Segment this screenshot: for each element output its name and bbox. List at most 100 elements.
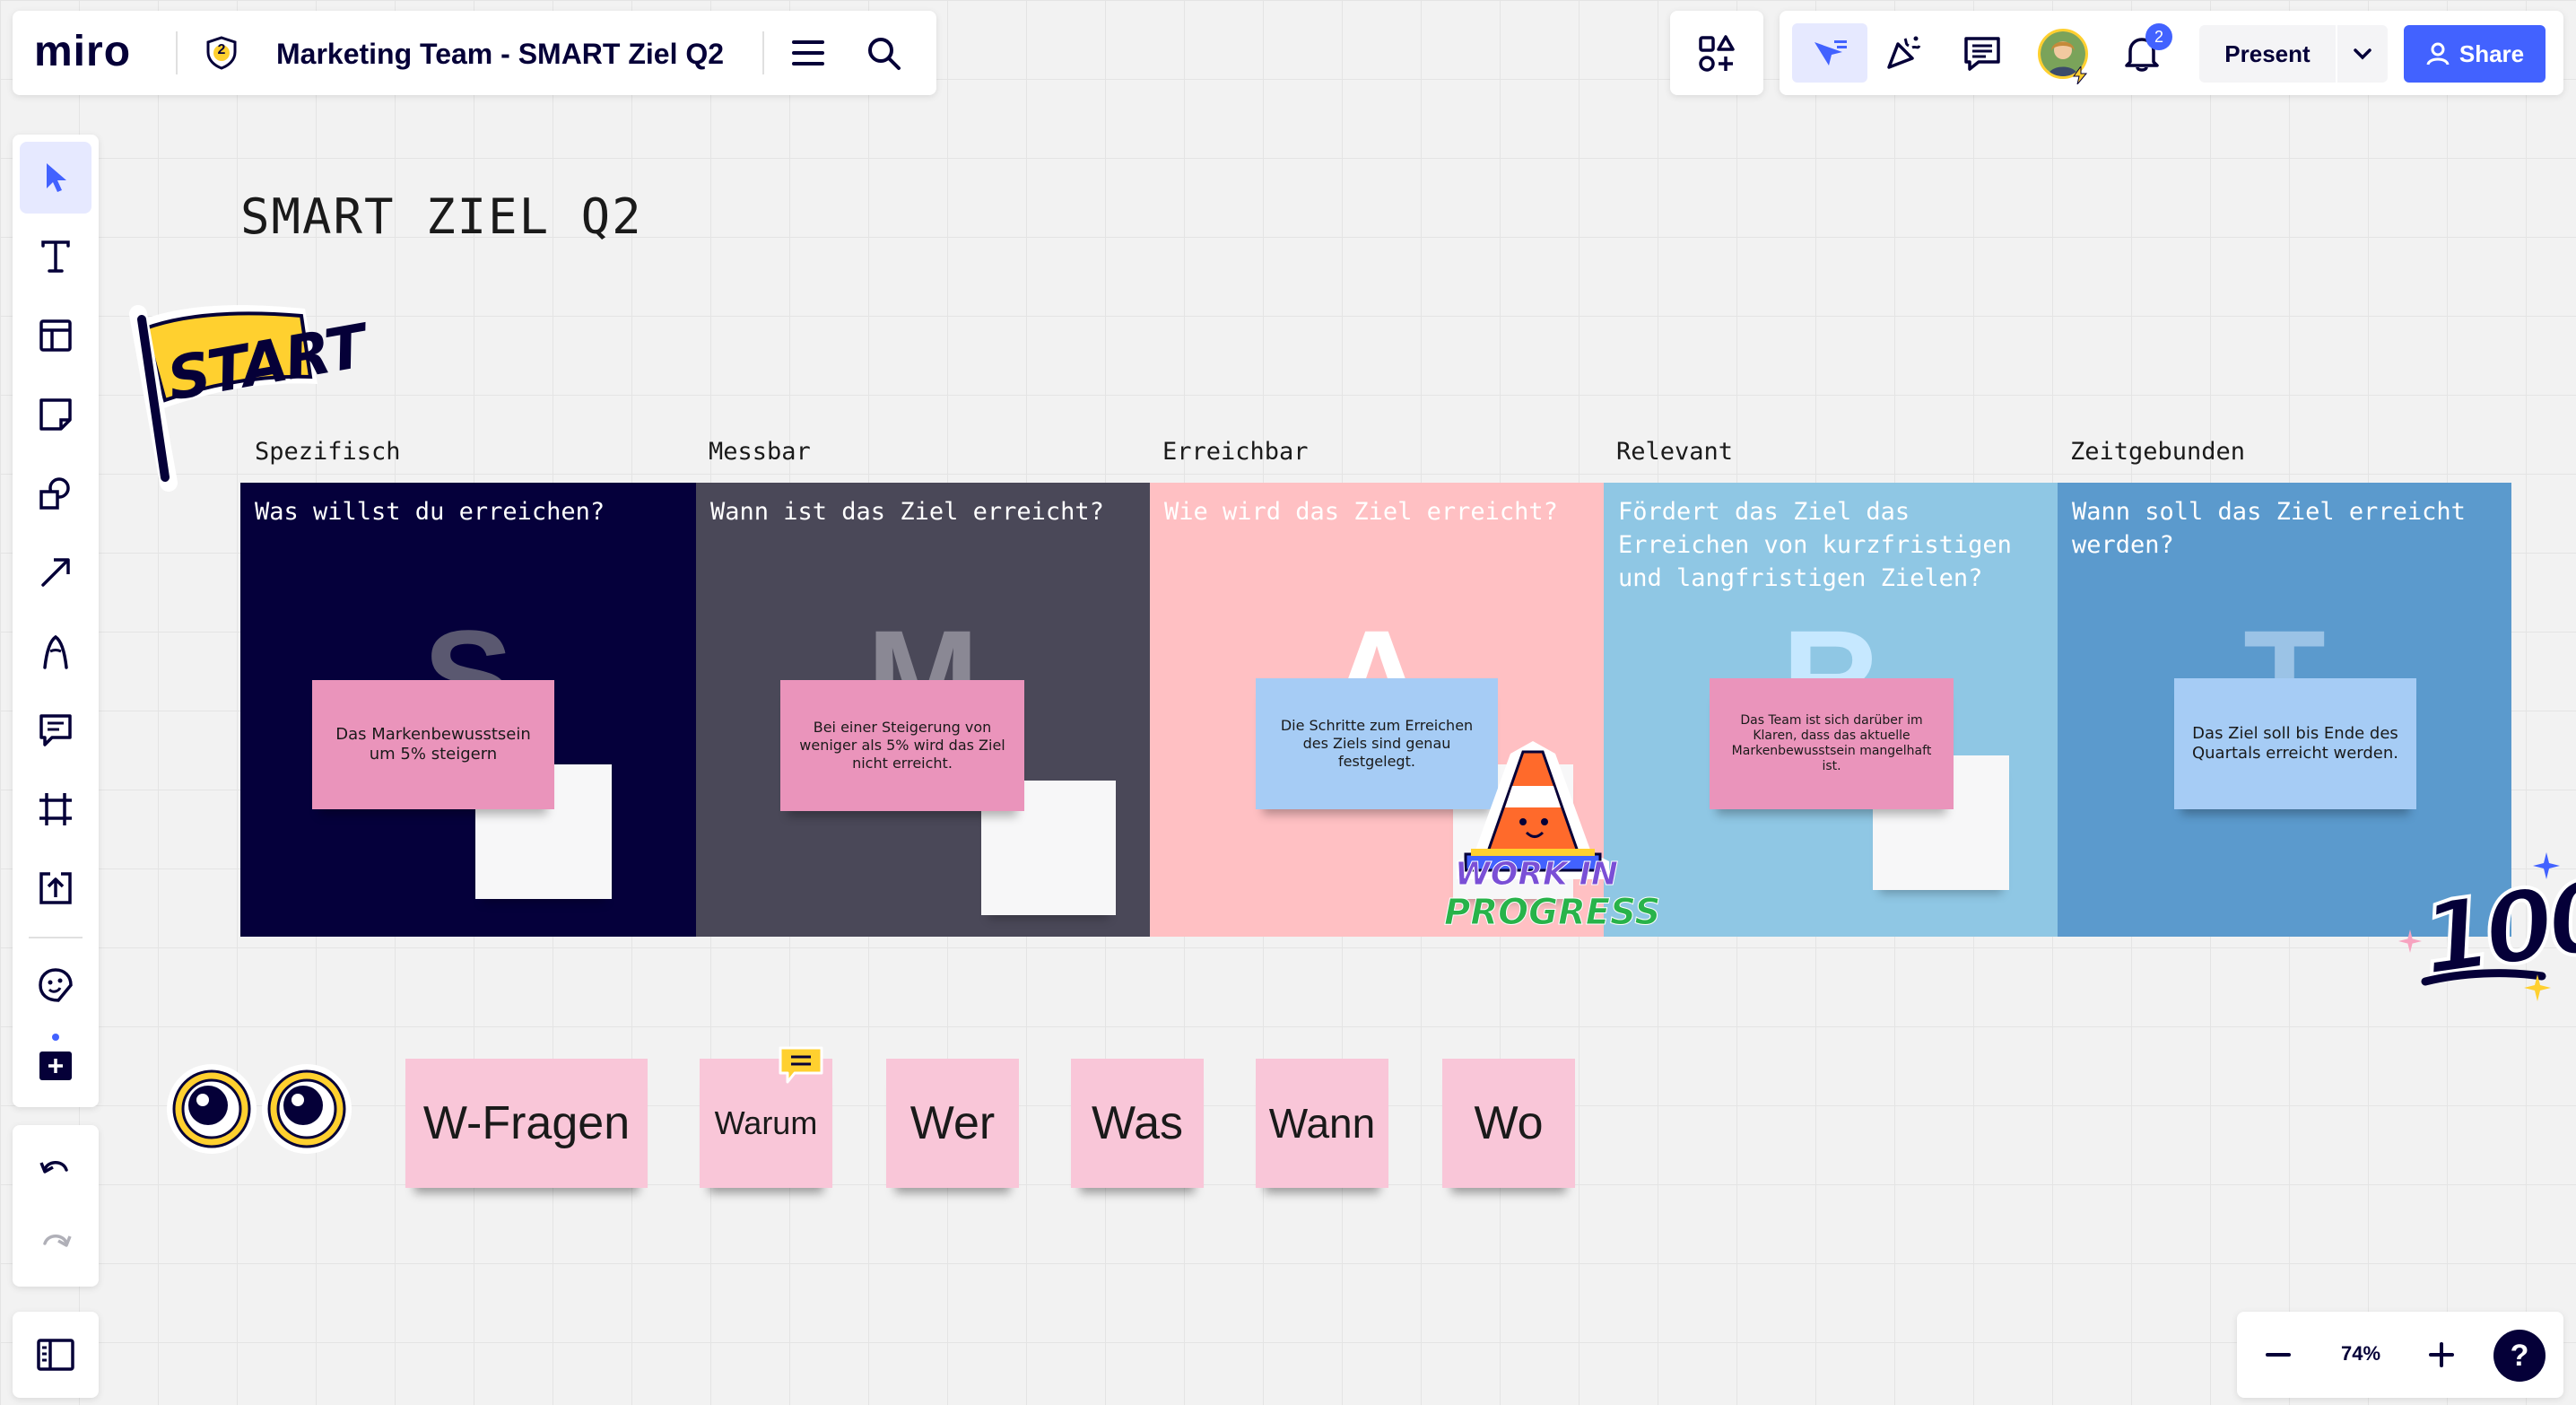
- big-letter-s: S: [422, 610, 514, 689]
- menu-icon[interactable]: [786, 31, 831, 75]
- redo-button[interactable]: [20, 1208, 91, 1279]
- column-label-zeitgebunden: Zeitgebunden: [2070, 438, 2246, 466]
- frame-tool[interactable]: [20, 773, 91, 845]
- upload-tool[interactable]: [20, 852, 91, 924]
- share-button[interactable]: Share: [2404, 25, 2546, 83]
- big-letter-t: T: [2243, 610, 2326, 689]
- template-icon: [39, 319, 72, 352]
- sticky-note-text: Das Team ist sich darüber im Klaren, das…: [1731, 713, 1932, 773]
- templates-tool[interactable]: [20, 300, 91, 371]
- upload-icon: [39, 872, 72, 904]
- miro-logo[interactable]: miro: [34, 27, 131, 76]
- notifications-badge: 2: [2145, 23, 2172, 50]
- plus-icon: [2429, 1342, 2454, 1367]
- work-in-progress-sticker[interactable]: WORK IN PROGRESS: [1439, 736, 1661, 942]
- text-tool[interactable]: [20, 221, 91, 292]
- celebrate-icon[interactable]: [1878, 31, 1928, 75]
- column-label-relevant: Relevant: [1616, 438, 1734, 466]
- divider: [176, 31, 178, 74]
- creation-toolbar: [13, 135, 99, 1107]
- text-icon: [41, 240, 70, 273]
- board-title[interactable]: Marketing Team - SMART Ziel Q2: [276, 38, 724, 71]
- help-icon: ?: [2510, 1338, 2529, 1373]
- frame-icon: [39, 793, 72, 825]
- apps-panel: [1670, 11, 1763, 95]
- zoom-level[interactable]: 74%: [2318, 1342, 2404, 1366]
- wip-text-line2: PROGRESS: [1443, 892, 1661, 934]
- arrow-icon: [41, 558, 70, 587]
- lightning-icon: [2072, 65, 2088, 85]
- share-button-label: Share: [2459, 39, 2525, 67]
- sticky-note-wo[interactable]: Wo: [1442, 1059, 1575, 1188]
- sticky-note-text: Das Ziel soll bis Ende des Quartals erre…: [2191, 724, 2399, 763]
- hundred-sticker[interactable]: 100: [2398, 852, 2576, 1014]
- more-tools-button[interactable]: [20, 1028, 91, 1100]
- board-panel-toggle[interactable]: [20, 1319, 91, 1391]
- sticky-note-zeitgebunden[interactable]: Das Ziel soll bis Ende des Quartals erre…: [2174, 678, 2416, 809]
- big-letter-r: R: [1781, 610, 1880, 689]
- comment-tool[interactable]: [20, 694, 91, 766]
- minus-icon: [2266, 1353, 2291, 1357]
- divider: [762, 31, 764, 74]
- search-icon[interactable]: [861, 31, 906, 75]
- sticker-icon: [39, 968, 73, 1002]
- redo-icon: [43, 1235, 72, 1247]
- stickers-tool[interactable]: [20, 949, 91, 1021]
- eyes-sticker[interactable]: [167, 1052, 352, 1166]
- sticky-note-wann[interactable]: Wann: [1256, 1059, 1388, 1188]
- zoom-controls: 74% ?: [2237, 1312, 2563, 1398]
- sticky-note-tool[interactable]: [20, 379, 91, 450]
- help-button[interactable]: ?: [2493, 1330, 2546, 1382]
- undo-icon: [39, 1161, 68, 1174]
- sticky-note-spezifisch[interactable]: Das Markenbewusstsein um 5% steigern: [312, 680, 554, 809]
- cursor-select-icon[interactable]: [1792, 23, 1867, 83]
- shapes-icon: [39, 477, 70, 510]
- present-button[interactable]: Present: [2199, 25, 2336, 83]
- sticky-note-wer[interactable]: Wer: [886, 1059, 1019, 1188]
- column-question: Wann ist das Ziel erreicht?: [710, 498, 1104, 526]
- sidebar-toggle-panel: [13, 1312, 99, 1398]
- undo-button[interactable]: [20, 1134, 91, 1206]
- divider: [29, 937, 83, 938]
- user-icon: [2426, 42, 2450, 65]
- sticky-note-text: Bei einer Steigerung von weniger als 5% …: [799, 719, 1005, 772]
- column-question: Wann soll das Ziel erreicht werden?: [2072, 498, 2466, 559]
- plan-shield-icon[interactable]: 2: [203, 34, 240, 72]
- chevron-down-icon: [2354, 48, 2371, 60]
- sticky-note-messbar[interactable]: Bei einer Steigerung von weniger als 5% …: [780, 680, 1024, 811]
- column-label-spezifisch: Spezifisch: [255, 438, 401, 466]
- comment-indicator-icon[interactable]: [777, 1044, 825, 1086]
- cursor-icon: [47, 163, 66, 192]
- column-question: Fördert das Ziel das Erreichen von kurzf…: [1618, 498, 2012, 592]
- zoom-in-button[interactable]: [2420, 1333, 2463, 1376]
- zoom-out-button[interactable]: [2257, 1333, 2300, 1376]
- shapes-tool[interactable]: [20, 458, 91, 529]
- comment-icon: [39, 714, 72, 746]
- column-question: Wie wird das Ziel erreicht?: [1164, 498, 1558, 526]
- sticky-note-relevant[interactable]: Das Team ist sich darüber im Klaren, das…: [1710, 678, 1954, 809]
- sticky-note-text: Das Markenbewusstsein um 5% steigern: [335, 725, 531, 764]
- sparkle-icon: [2398, 929, 2422, 953]
- wip-text-line1: WORK IN: [1455, 856, 1619, 894]
- sparkle-icon: [2533, 852, 2560, 879]
- big-letter-m: M: [866, 610, 979, 689]
- present-options-button[interactable]: [2337, 25, 2388, 83]
- plus-square-icon: [39, 1052, 72, 1080]
- sticky-note-was[interactable]: Was: [1071, 1059, 1204, 1188]
- sticky-note-w-fragen[interactable]: W-Fragen: [405, 1059, 648, 1188]
- sidebar-icon: [37, 1339, 74, 1371]
- sparkle-icon: [2524, 974, 2551, 1001]
- sticky-note-icon: [39, 398, 72, 431]
- comments-icon[interactable]: [1957, 31, 2007, 75]
- board-header: miro 2 Marketing Team - SMART Ziel Q2: [13, 11, 936, 95]
- big-letter-a: A: [1327, 610, 1426, 689]
- canvas-heading[interactable]: SMART ZIEL Q2: [240, 188, 643, 245]
- connection-line-tool[interactable]: [20, 537, 91, 608]
- undo-redo-panel: [13, 1125, 99, 1287]
- column-label-erreichbar: Erreichbar: [1162, 438, 1309, 466]
- select-tool[interactable]: [20, 142, 91, 214]
- pen-tool[interactable]: [20, 615, 91, 687]
- apps-icon[interactable]: [1693, 31, 1740, 77]
- pen-icon: [43, 634, 68, 669]
- column-label-messbar: Messbar: [709, 438, 811, 466]
